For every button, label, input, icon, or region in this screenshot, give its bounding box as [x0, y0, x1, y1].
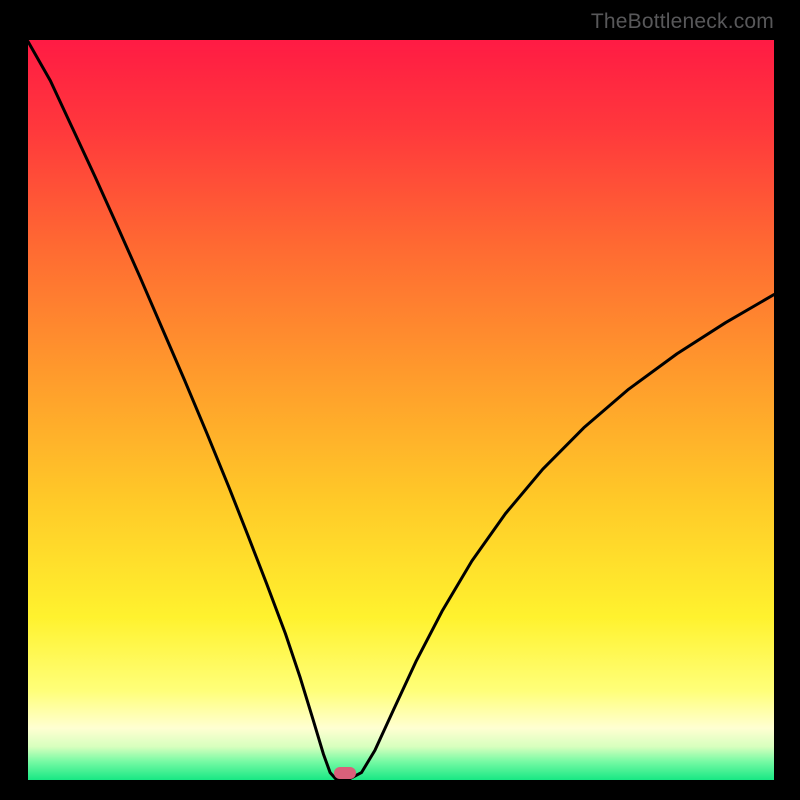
plot-area — [28, 40, 774, 780]
minimum-marker — [334, 767, 356, 779]
bottleneck-curve — [28, 41, 774, 779]
chart-frame: TheBottleneck.com — [0, 0, 800, 800]
watermark-text: TheBottleneck.com — [591, 10, 774, 34]
curve-layer — [28, 40, 774, 780]
